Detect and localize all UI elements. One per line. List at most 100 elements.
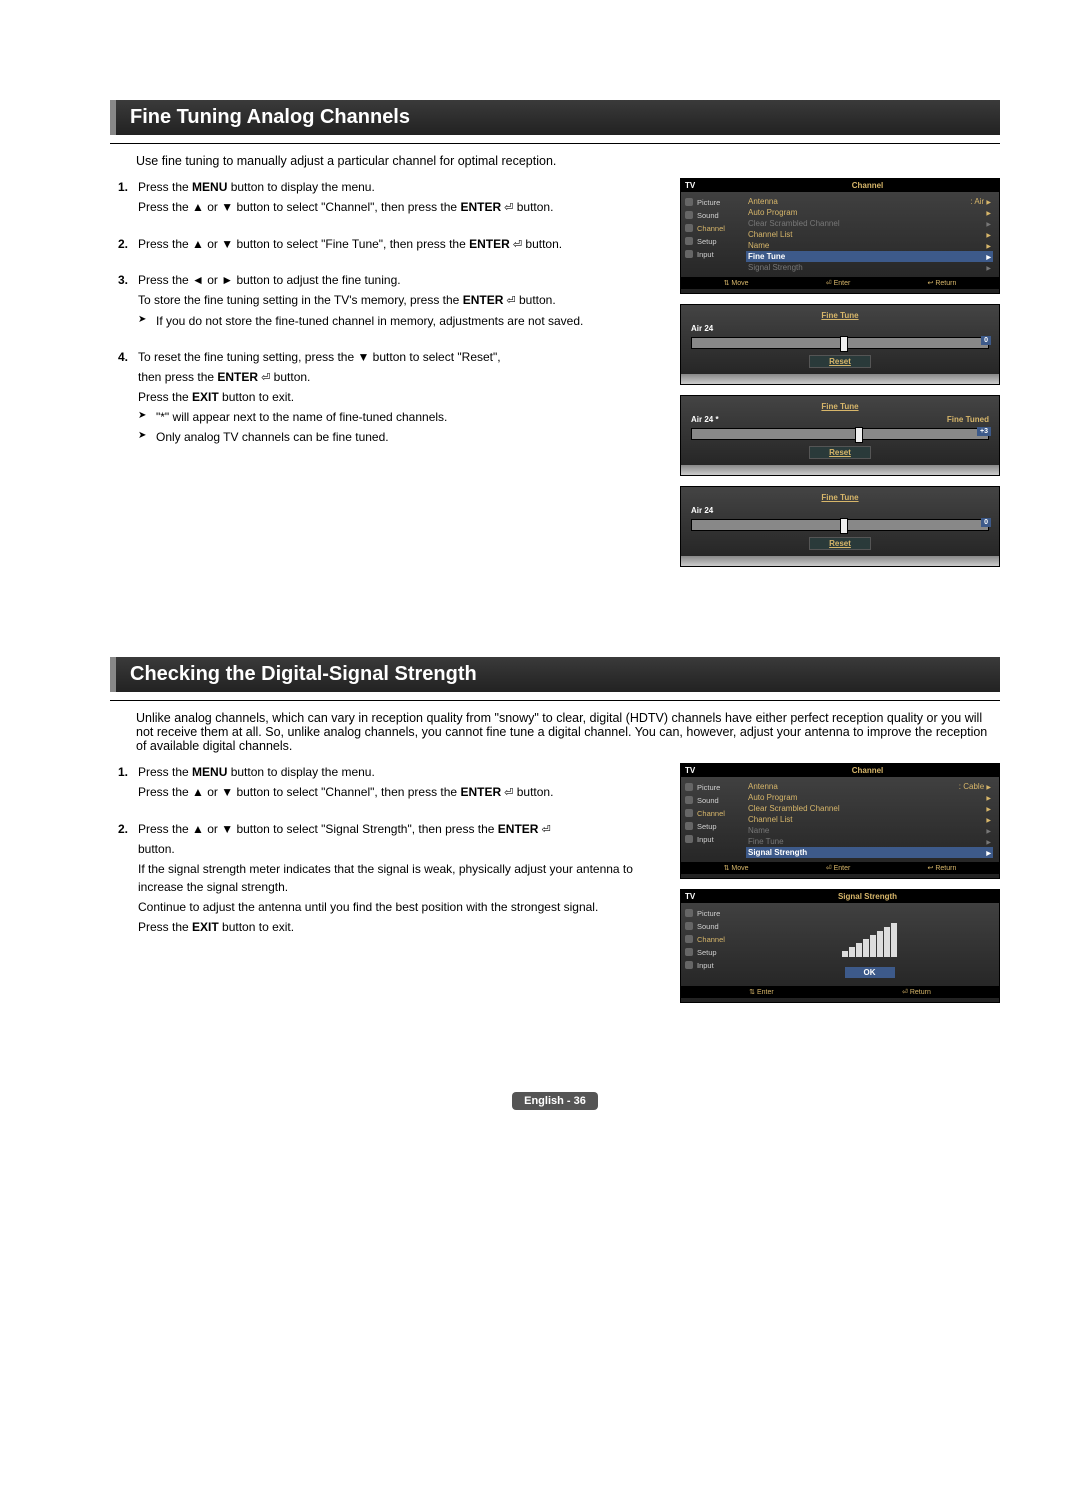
ft-reset-button: Reset <box>809 355 871 368</box>
ft-handle <box>855 427 863 443</box>
step-number: 2. <box>110 820 128 939</box>
tv-foot-item: Move <box>724 279 749 287</box>
tv-foot-item: Enter <box>826 864 851 872</box>
tv-menu-row: Clear Scrambled Channel <box>746 803 993 814</box>
step-line: Press the EXIT button to exit. <box>138 388 662 406</box>
tv-footer: EnterReturn <box>681 986 999 998</box>
tv-foot-item: Return <box>928 279 957 287</box>
tv-title: Channel <box>740 766 995 775</box>
step-line: then press the ENTER button. <box>138 368 662 387</box>
panel-bottom <box>681 465 999 475</box>
panel-bottom <box>681 374 999 384</box>
ft-title: Fine Tune <box>691 402 989 411</box>
step-line: Press the ▲ or ▼ button to select "Fine … <box>138 235 662 254</box>
screenshots-column: TVChannelPictureSoundChannelSetupInputAn… <box>680 763 1000 1013</box>
step-body: To reset the fine tuning setting, press … <box>138 348 662 449</box>
tv-title: Channel <box>740 181 995 190</box>
tv-foot-item: Return <box>928 864 957 872</box>
step-line: Press the ▲ or ▼ button to select "Chann… <box>138 198 662 217</box>
step-number: 2. <box>110 235 128 256</box>
page-footer: English - 36 <box>110 1093 1000 1107</box>
divider <box>110 143 1000 144</box>
intro-text: Unlike analog channels, which can vary i… <box>136 711 1000 753</box>
ft-channel: Air 24 <box>691 506 713 515</box>
tv-menu-mock: TVChannelPictureSoundChannelSetupInputAn… <box>680 763 1000 879</box>
step-line: Press the ▲ or ▼ button to select "Signa… <box>138 820 662 839</box>
tv-menu-list: Antenna: Cable Auto Program Clear Scramb… <box>740 777 999 862</box>
step-line: To store the fine tuning setting in the … <box>138 291 662 310</box>
ft-slider: +3 <box>691 428 989 440</box>
step-item: 1. Press the MENU button to display the m… <box>110 763 662 804</box>
tv-footer: Move Enter Return <box>681 277 999 289</box>
fine-tune-panel: Fine Tune Air 24 0 Reset <box>680 486 1000 567</box>
tv-side-item: Channel <box>683 933 738 946</box>
tv-sidebar: PictureSoundChannelSetupInput <box>681 903 740 986</box>
tv-signal-mock: TVSignal StrengthPictureSoundChannelSetu… <box>680 889 1000 1003</box>
tv-menu-row: Antenna: Air <box>746 196 993 207</box>
step-line: Press the MENU button to display the men… <box>138 763 662 781</box>
ft-title: Fine Tune <box>691 493 989 502</box>
ft-value: 0 <box>981 336 991 345</box>
tv-side-item: Picture <box>683 196 738 209</box>
tv-menu-row: Signal Strength <box>746 847 993 858</box>
intro-text: Use fine tuning to manually adjust a par… <box>136 154 1000 168</box>
step-body: Press the ◄ or ► button to adjust the fi… <box>138 271 662 332</box>
step-line: Press the ▲ or ▼ button to select "Chann… <box>138 783 662 802</box>
tv-menu-row: Clear Scrambled Channel <box>746 218 993 229</box>
step-item: 2. Press the ▲ or ▼ button to select "Sig… <box>110 820 662 939</box>
tv-side-item: Channel <box>683 222 738 235</box>
tv-side-item: Sound <box>683 209 738 222</box>
step-note: "*" will appear next to the name of fine… <box>138 408 662 426</box>
tv-menu-row: Auto Program <box>746 207 993 218</box>
step-line: button. <box>138 840 662 858</box>
tv-menu-row: Channel List <box>746 814 993 825</box>
step-body: Press the ▲ or ▼ button to select "Signa… <box>138 820 662 939</box>
section-fine-tuning: Fine Tuning Analog Channels Use fine tun… <box>110 100 1000 577</box>
tv-side-item: Input <box>683 248 738 261</box>
step-body: Press the ▲ or ▼ button to select "Fine … <box>138 235 662 256</box>
tv-footer: MoveEnterReturn <box>681 862 999 874</box>
tv-label: TV <box>685 181 740 190</box>
ft-title: Fine Tune <box>691 311 989 320</box>
heading-signal-strength: Checking the Digital-Signal Strength <box>110 657 1000 692</box>
step-number: 4. <box>110 348 128 449</box>
ft-slider: 0 <box>691 519 989 531</box>
tv-menu-row: Name <box>746 825 993 836</box>
tv-foot-item: Enter <box>826 279 851 287</box>
tv-side-item: Sound <box>683 794 738 807</box>
tv-menu-row: Name <box>746 240 993 251</box>
step-number: 1. <box>110 763 128 804</box>
ft-value: +3 <box>977 427 991 436</box>
tv-menu-row: Signal Strength <box>746 262 993 273</box>
step-line: Press the ◄ or ► button to adjust the fi… <box>138 271 662 289</box>
ft-reset-button: Reset <box>809 446 871 459</box>
ft-reset-button: Reset <box>809 537 871 550</box>
ok-button: OK <box>845 967 895 978</box>
step-item: 4.To reset the fine tuning setting, pres… <box>110 348 662 449</box>
tv-side-item: Sound <box>683 920 738 933</box>
tv-sidebar: PictureSoundChannelSetupInput <box>681 192 740 277</box>
signal-strength-body: OK <box>740 903 999 986</box>
tv-side-item: Input <box>683 833 738 846</box>
tv-menu-row: Antenna: Cable <box>746 781 993 792</box>
tv-label: TV <box>685 892 740 901</box>
ft-handle <box>840 518 848 534</box>
divider <box>110 700 1000 701</box>
step-item: 1.Press the MENU button to display the m… <box>110 178 662 219</box>
ft-slider: 0 <box>691 337 989 349</box>
tv-side-item: Setup <box>683 946 738 959</box>
ft-channel: Air 24 <box>691 324 713 333</box>
tv-menu-list: Antenna: Air Auto Program Clear Scramble… <box>740 192 999 277</box>
step-line: Press the EXIT button to exit. <box>138 918 662 936</box>
step-item: 3.Press the ◄ or ► button to adjust the … <box>110 271 662 332</box>
step-item: 2. Press the ▲ or ▼ button to select "Fin… <box>110 235 662 256</box>
fine-tune-panel: Fine TuneAir 24 *Fine Tuned+3Reset <box>680 395 1000 476</box>
step-note: Only analog TV channels can be fine tune… <box>138 428 662 446</box>
tv-side-item: Picture <box>683 781 738 794</box>
tv-side-item: Setup <box>683 820 738 833</box>
section-signal-strength: Checking the Digital-Signal Strength Unl… <box>110 657 1000 1013</box>
screenshots-column: TVChannelPictureSoundChannelSetupInputAn… <box>680 178 1000 577</box>
ft-handle <box>840 336 848 352</box>
tv-side-item: Setup <box>683 235 738 248</box>
panel-bottom <box>681 556 999 566</box>
